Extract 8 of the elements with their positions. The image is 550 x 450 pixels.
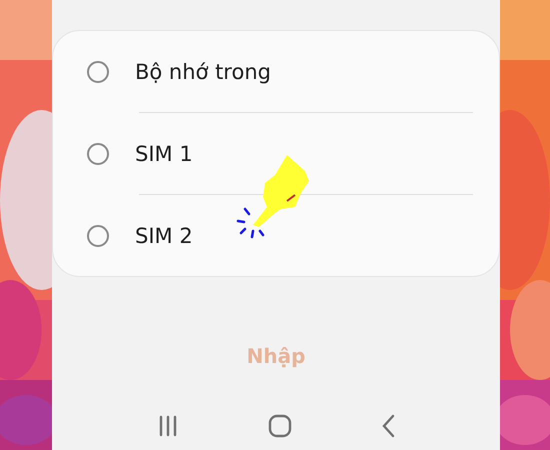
radio-button[interactable]	[87, 60, 109, 82]
back-icon[interactable]	[381, 414, 396, 438]
option-label: SIM 2	[135, 224, 193, 248]
option-label: SIM 1	[135, 142, 193, 166]
option-label: Bộ nhớ trong	[135, 60, 271, 84]
home-icon[interactable]	[268, 414, 292, 438]
radio-button[interactable]	[87, 224, 109, 246]
radio-button[interactable]	[87, 142, 109, 164]
